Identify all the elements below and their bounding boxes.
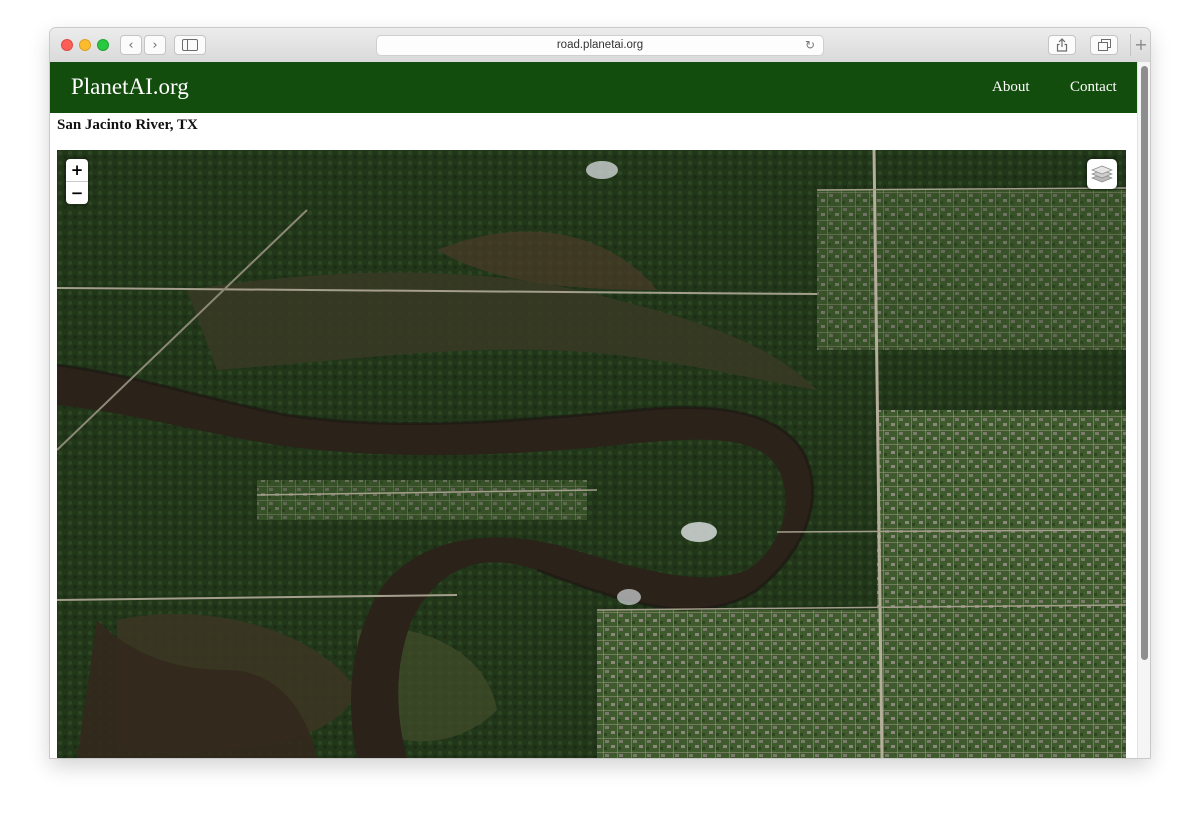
zoom-in-button[interactable]: +	[66, 159, 88, 181]
page-scrollbar[interactable]	[1137, 62, 1150, 758]
scrollbar-thumb[interactable]	[1141, 66, 1148, 660]
page-title: San Jacinto River, TX	[57, 117, 198, 133]
address-bar[interactable]: road.planetai.org ↻	[376, 35, 824, 56]
sidebar-icon	[182, 39, 198, 51]
forward-button[interactable]: ›	[144, 35, 166, 55]
nav-about-link[interactable]: About	[992, 79, 1030, 96]
zoom-window-button[interactable]	[97, 39, 109, 51]
layers-button[interactable]	[1087, 159, 1117, 189]
satellite-map[interactable]: + −	[57, 150, 1126, 758]
close-window-button[interactable]	[61, 39, 73, 51]
page-content: PlanetAI.org About Contact San Jacinto R…	[50, 62, 1150, 758]
zoom-out-button[interactable]: −	[66, 181, 88, 204]
browser-toolbar: ‹ › road.planetai.org ↻ +	[50, 28, 1150, 63]
back-icon: ‹	[128, 37, 134, 53]
minimize-window-button[interactable]	[79, 39, 91, 51]
satellite-imagery	[57, 150, 1126, 758]
browser-window: ‹ › road.planetai.org ↻ + PlanetAI.org A…	[50, 28, 1150, 758]
back-button[interactable]: ‹	[120, 35, 142, 55]
reload-icon[interactable]: ↻	[805, 36, 815, 55]
layers-icon	[1091, 165, 1113, 183]
share-button[interactable]	[1048, 35, 1076, 55]
forward-icon: ›	[152, 37, 158, 53]
nav-contact-link[interactable]: Contact	[1070, 79, 1117, 96]
tabs-overview-button[interactable]	[1090, 35, 1118, 55]
tabs-overview-icon	[1097, 39, 1111, 51]
zoom-control: + −	[66, 159, 88, 204]
site-brand-link[interactable]: PlanetAI.org	[71, 74, 189, 100]
site-navbar: PlanetAI.org About Contact	[50, 62, 1137, 113]
sidebar-button[interactable]	[174, 35, 206, 55]
new-tab-button[interactable]: +	[1130, 34, 1150, 56]
share-icon	[1056, 38, 1068, 52]
address-text: road.planetai.org	[556, 39, 644, 51]
